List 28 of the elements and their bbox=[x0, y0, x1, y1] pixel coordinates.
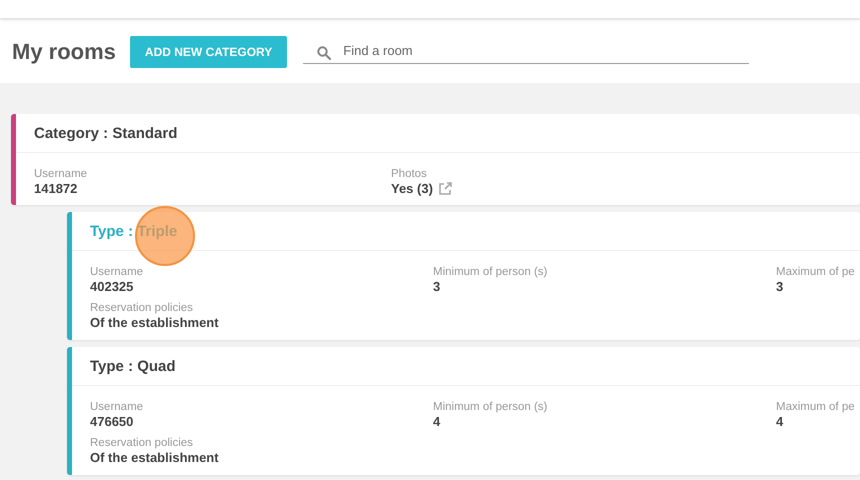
field-value: 3 bbox=[776, 279, 784, 295]
field-label: Username bbox=[90, 400, 144, 414]
field-value: 3 bbox=[433, 279, 442, 295]
field-value: 4 bbox=[433, 414, 442, 430]
field-label: Maximum of pe bbox=[776, 265, 856, 279]
search-field[interactable]: Find a room bbox=[303, 39, 750, 64]
field-value: 476650 bbox=[90, 414, 134, 430]
field-label: Minimum of person (s) bbox=[433, 400, 548, 414]
field-value: 402325 bbox=[90, 279, 134, 295]
field-value: Of the establishment bbox=[90, 315, 220, 331]
field-value: 141872 bbox=[34, 181, 78, 197]
field-label: Maximum of pe bbox=[776, 400, 856, 414]
field-value: 4 bbox=[776, 414, 784, 430]
field-label: Reservation policies bbox=[90, 436, 194, 450]
add-category-button[interactable]: ADD NEW CATEGORY bbox=[130, 36, 288, 68]
page-title: My rooms bbox=[12, 38, 116, 64]
field-value: Of the establishment bbox=[90, 450, 220, 466]
field-label: Reservation policies bbox=[90, 301, 194, 315]
field-label: Username bbox=[34, 167, 88, 181]
field-label: Username bbox=[90, 265, 144, 279]
external-link-icon[interactable] bbox=[438, 182, 452, 196]
field-label: Minimum of person (s) bbox=[433, 265, 548, 279]
room-type-title[interactable]: Type : Triple bbox=[90, 222, 178, 240]
category-title: Category : Standard bbox=[34, 124, 178, 142]
room-type-title[interactable]: Type : Quad bbox=[90, 358, 176, 374]
field-label: Photos bbox=[391, 167, 428, 181]
search-icon bbox=[317, 46, 332, 60]
field-value: Yes (3) bbox=[391, 181, 433, 197]
